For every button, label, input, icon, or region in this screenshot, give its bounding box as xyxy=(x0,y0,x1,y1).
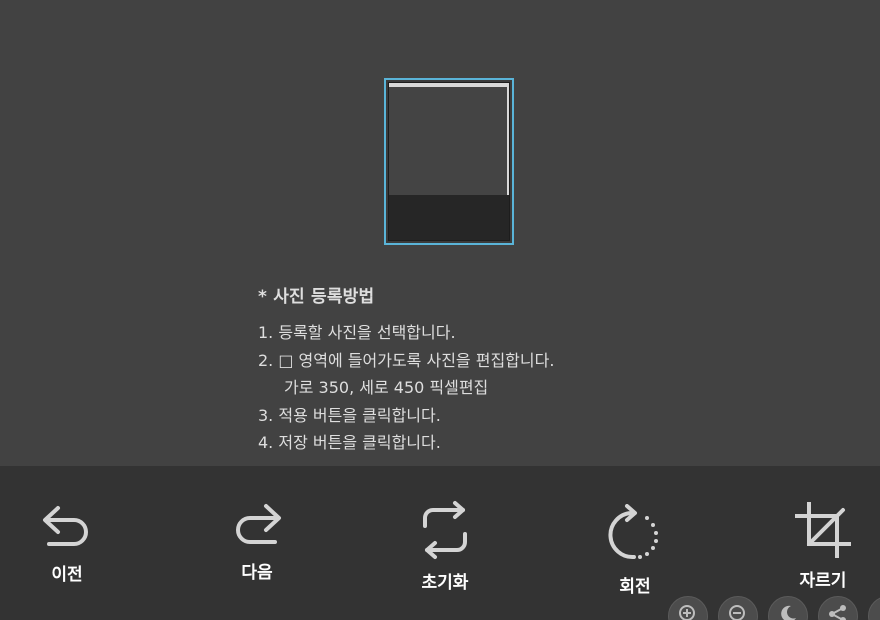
rotate-label: 회전 xyxy=(619,577,651,597)
share-button[interactable] xyxy=(818,596,858,620)
photo-top-strip xyxy=(389,83,509,87)
instructions-title: * 사진 등록방법 xyxy=(258,287,375,307)
undo-button[interactable]: 이전 xyxy=(12,500,122,585)
rotate-icon xyxy=(608,504,658,560)
instruction-step-1: 1. 등록할 사진을 선택합니다. xyxy=(258,323,456,342)
redo-arrow-icon xyxy=(236,504,281,544)
reset-button[interactable]: 초기화 xyxy=(390,500,500,593)
zoom-out-icon xyxy=(729,605,745,620)
instruction-step-2: 2. □ 영역에 들어가도록 사진을 편집합니다. xyxy=(258,350,555,370)
instruction-step-4: 4. 저장 버튼을 클릭합니다. xyxy=(258,433,441,452)
swap-arrows-icon xyxy=(423,501,467,559)
reset-label: 초기화 xyxy=(421,573,469,593)
moon-icon xyxy=(781,605,796,620)
instruction-step-3: 3. 적용 버튼을 클릭합니다. xyxy=(258,405,441,425)
crop-area-frame[interactable] xyxy=(384,78,514,245)
share-icon xyxy=(829,605,846,620)
redo-button[interactable]: 다음 xyxy=(202,498,312,583)
photo-editor-canvas: * 사진 등록방법 1. 등록할 사진을 선택합니다. 2. □ 영역에 들어가… xyxy=(0,0,880,466)
crop-label: 자르기 xyxy=(799,571,847,591)
undo-label: 이전 xyxy=(51,565,83,585)
photo-bottom-region xyxy=(389,195,509,240)
instruction-step-2-detail: 가로 350, 세로 450 픽셀편집 xyxy=(284,378,489,397)
zoom-in-button[interactable] xyxy=(668,596,708,620)
night-mode-button[interactable] xyxy=(768,596,808,620)
more-button[interactable] xyxy=(868,596,880,620)
crop-icon xyxy=(795,502,851,558)
undo-arrow-icon xyxy=(43,506,88,546)
zoom-controls xyxy=(668,596,880,620)
photo-preview xyxy=(388,82,510,241)
zoom-in-icon xyxy=(679,605,695,620)
zoom-out-button[interactable] xyxy=(718,596,758,620)
rotate-button[interactable]: 회전 xyxy=(580,504,690,597)
photo-right-edge xyxy=(507,87,509,195)
crop-button[interactable]: 자르기 xyxy=(768,502,878,591)
redo-label: 다음 xyxy=(241,563,273,583)
registration-instructions: * 사진 등록방법 1. 등록할 사진을 선택합니다. 2. □ 영역에 들어가… xyxy=(258,282,678,457)
